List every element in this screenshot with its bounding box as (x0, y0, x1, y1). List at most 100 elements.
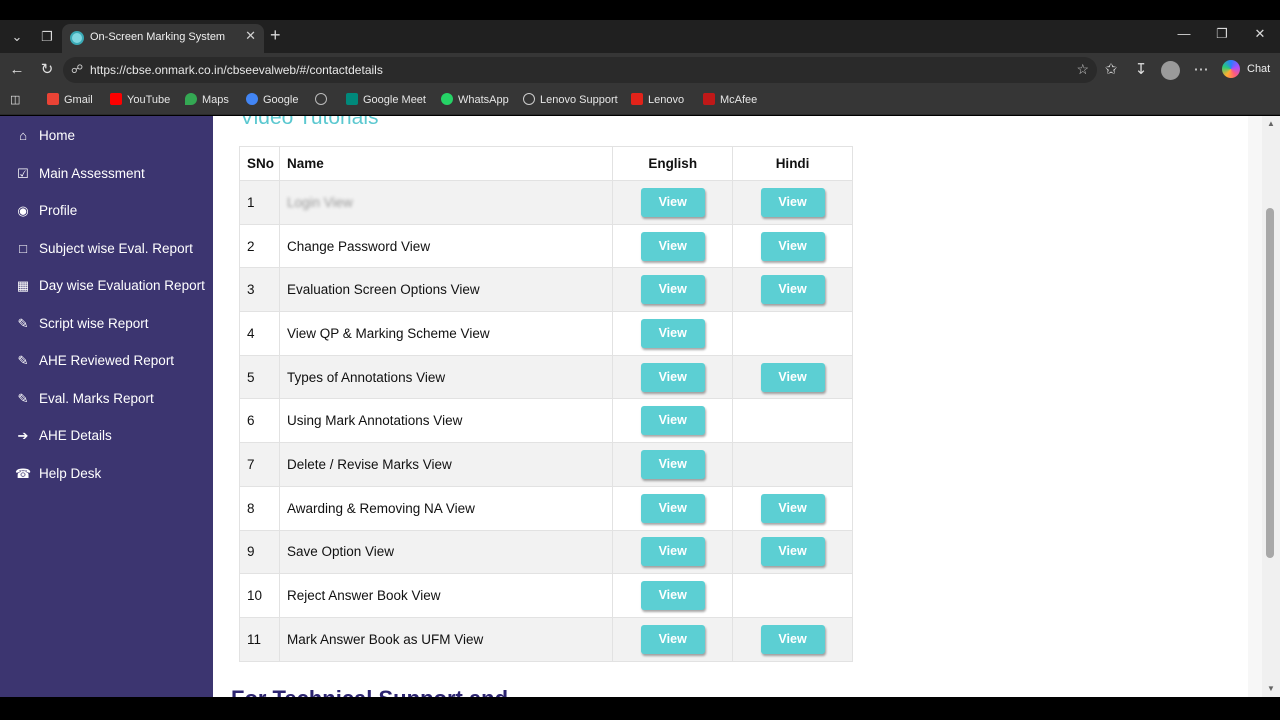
tab-list-chevron-icon[interactable]: ⌄ (6, 26, 28, 48)
lock-icon[interactable]: ☍ (71, 62, 83, 76)
profile-avatar-icon[interactable] (1161, 61, 1180, 80)
bookmark-lenovo-support[interactable]: Lenovo Support (523, 93, 618, 106)
table-row: 9 Save Option View View View (239, 529, 853, 575)
sidebar-nav: ⌂ Home ☑ Main Assessment ◉ Profile □ Sub… (0, 116, 213, 697)
view-hindi-button[interactable]: View (760, 231, 825, 261)
sidebar-toggle-icon[interactable]: ◫ (10, 93, 20, 106)
row-hindi-cell (732, 442, 853, 487)
bookmark-gmail[interactable]: Gmail (47, 93, 93, 106)
sidebar-item-label: Home (39, 128, 76, 143)
bookmark-youtube[interactable]: YouTube (110, 93, 170, 106)
sidebar-item-main-assessment[interactable]: ☑ Main Assessment (0, 156, 213, 193)
view-english-button[interactable]: View (640, 624, 705, 654)
more-options-icon[interactable]: ⋯ (1191, 60, 1211, 80)
scroll-thumb[interactable] (1266, 208, 1274, 558)
table-row: 6 Using Mark Annotations View View (239, 398, 853, 444)
row-name: Change Password View (278, 223, 614, 269)
bookmark-globe[interactable] (315, 93, 332, 106)
table-row: 2 Change Password View View View (239, 223, 853, 269)
favorite-star-icon[interactable]: ☆ (1076, 61, 1089, 78)
browser-window: ⌄ ❐ On-Screen Marking System ✕ + — ❐ ✕ ←… (0, 0, 1280, 720)
row-sno: 11 (239, 616, 280, 662)
row-name: Reject Answer Book View (278, 573, 614, 618)
downloads-icon[interactable]: ↧ (1131, 60, 1151, 80)
view-english-button[interactable]: View (640, 449, 705, 479)
globe-icon (315, 93, 327, 105)
view-english-button[interactable]: View (640, 537, 705, 567)
sidebar-item-script-wise-report[interactable]: ✎ Script wise Report (0, 306, 213, 343)
row-sno: 9 (239, 529, 280, 575)
view-english-button[interactable]: View (640, 406, 705, 436)
url-text[interactable]: https://cbse.onmark.co.in/cbseevalweb/#/… (90, 63, 383, 77)
close-window-icon[interactable]: ✕ (1245, 26, 1275, 42)
view-hindi-button[interactable]: View (760, 362, 825, 392)
table-row: 5 Types of Annotations View View View (239, 354, 853, 400)
sidebar-item-ahe-reviewed-report[interactable]: ✎ AHE Reviewed Report (0, 343, 213, 380)
minimize-icon[interactable]: — (1169, 26, 1199, 41)
row-name: Evaluation Screen Options View (278, 267, 614, 313)
view-english-button[interactable]: View (640, 187, 705, 217)
row-sno: 3 (239, 267, 280, 313)
technical-support-heading: For Technical Support and (231, 686, 508, 697)
row-english-cell: View (612, 311, 734, 356)
table-row: 11 Mark Answer Book as UFM View View View (239, 616, 853, 662)
address-bar[interactable]: ☍ https://cbse.onmark.co.in/cbseevalweb/… (63, 57, 1097, 83)
new-tab-plus-icon[interactable]: + (270, 25, 281, 46)
view-hindi-button[interactable]: View (760, 187, 825, 217)
sidebar-item-label: Help Desk (39, 466, 102, 481)
chat-button[interactable]: Chat (1247, 63, 1270, 75)
view-english-button[interactable]: View (640, 493, 705, 523)
bookmark-whatsapp[interactable]: WhatsApp (441, 93, 509, 106)
view-hindi-button[interactable]: View (760, 493, 825, 523)
view-hindi-button[interactable]: View (760, 275, 825, 305)
video-tutorials-table: SNo Name English Hindi 1 Login View View Vi… (239, 146, 853, 662)
restore-icon[interactable]: ❐ (1207, 26, 1237, 42)
back-arrow-icon[interactable]: ← (7, 60, 27, 80)
row-name-text: Using Mark Annotations View (286, 413, 463, 429)
edit-icon: ✎ (17, 353, 29, 368)
calendar-icon: ▦ (16, 278, 30, 293)
sidebar-item-help-desk[interactable]: ☎ Help Desk (0, 456, 213, 493)
sidebar-item-eval-marks-report[interactable]: ✎ Eval. Marks Report (0, 381, 213, 418)
row-english-cell: View (612, 485, 734, 531)
close-tab-icon[interactable]: ✕ (245, 28, 256, 44)
sidebar-item-day-wise-report[interactable]: ▦ Day wise Evaluation Report (0, 268, 213, 305)
row-english-cell: View (612, 223, 734, 269)
row-name: Using Mark Annotations View (278, 398, 614, 444)
view-hindi-button[interactable]: View (760, 624, 825, 654)
row-sno: 5 (239, 354, 280, 400)
favorites-icon[interactable]: ✩ (1101, 60, 1121, 80)
sidebar-item-ahe-details[interactable]: ➔ AHE Details (0, 418, 213, 455)
sidebar-item-subject-wise-report[interactable]: □ Subject wise Eval. Report (0, 231, 213, 268)
taskbar-edge (0, 697, 1280, 720)
view-hindi-button[interactable]: View (760, 537, 825, 567)
view-english-button[interactable]: View (640, 275, 705, 305)
bookmark-google[interactable]: Google (246, 93, 298, 106)
sidebar-item-home[interactable]: ⌂ Home (0, 118, 213, 155)
table-row: 3 Evaluation Screen Options View View View (239, 267, 853, 313)
bookmark-mcafee[interactable]: McAfee (703, 93, 757, 106)
sidebar-item-label: Script wise Report (39, 316, 149, 331)
view-english-button[interactable]: View (640, 581, 705, 611)
view-english-button[interactable]: View (640, 318, 705, 348)
view-english-button[interactable]: View (640, 362, 705, 392)
bookmark-maps[interactable]: Maps (185, 93, 229, 106)
row-name-text: Change Password View (286, 238, 431, 254)
row-english-cell: View (612, 354, 734, 400)
bookmark-lenovo[interactable]: Lenovo (631, 93, 684, 106)
edit-icon: ✎ (17, 391, 29, 406)
row-name-text: Types of Annotations View (286, 369, 446, 385)
copilot-icon[interactable] (1222, 60, 1240, 78)
refresh-icon[interactable]: ↻ (37, 60, 57, 80)
view-english-button[interactable]: View (640, 231, 705, 261)
vertical-scrollbar[interactable]: ▲ ▼ (1262, 116, 1280, 697)
row-hindi-cell: View (732, 267, 853, 313)
scroll-up-arrow-icon[interactable]: ▲ (1265, 119, 1277, 128)
scroll-down-arrow-icon[interactable]: ▼ (1265, 684, 1277, 693)
workspaces-icon[interactable]: ❐ (36, 26, 58, 48)
sidebar-item-profile[interactable]: ◉ Profile (0, 193, 213, 230)
sidebar-item-label: Main Assessment (39, 166, 145, 181)
table-row: 7 Delete / Revise Marks View View (239, 442, 853, 487)
active-tab[interactable]: On-Screen Marking System ✕ (62, 24, 264, 53)
bookmark-google-meet[interactable]: Google Meet (346, 93, 426, 106)
